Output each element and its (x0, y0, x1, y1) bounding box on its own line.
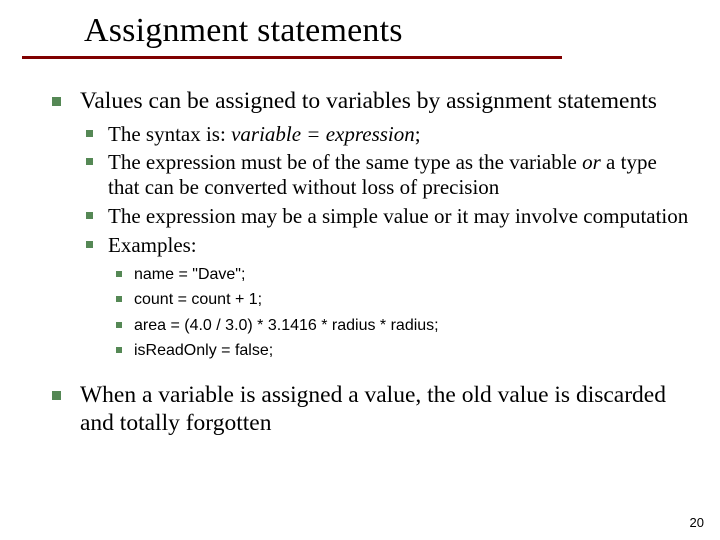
list-item: name = "Dave"; (108, 264, 690, 286)
bullet-text: The expression may be a simple value or … (108, 204, 688, 228)
slide: Assignment statements Values can be assi… (0, 0, 720, 540)
list-item: Examples: name = "Dave"; count = count +… (80, 233, 690, 362)
list-item: When a variable is assigned a value, the… (50, 382, 690, 437)
text-fragment: The syntax is: (108, 122, 231, 146)
code-example: name = "Dave"; (134, 266, 245, 283)
title-area: Assignment statements (84, 12, 403, 50)
code-example: area = (4.0 / 3.0) * 3.1416 * radius * r… (134, 317, 439, 334)
bullet-text: Examples: (108, 233, 197, 257)
code-example: count = count + 1; (134, 291, 262, 308)
bullet-list-level-1: Values can be assigned to variables by a… (50, 88, 690, 437)
slide-title: Assignment statements (84, 12, 403, 50)
list-item: The expression may be a simple value or … (80, 204, 690, 229)
bullet-list-level-3: name = "Dave"; count = count + 1; area =… (108, 264, 690, 362)
title-underline (22, 56, 562, 59)
text-fragment: ; (415, 122, 421, 146)
text-fragment: The expression must be of the same type … (108, 150, 582, 174)
bullet-list-level-2: The syntax is: variable = expression; Th… (80, 122, 690, 362)
bullet-text: When a variable is assigned a value, the… (80, 382, 666, 436)
list-item: The syntax is: variable = expression; (80, 122, 690, 147)
text-italic: variable = expression (231, 122, 415, 146)
text-italic: or (582, 150, 601, 174)
code-example: isReadOnly = false; (134, 342, 273, 359)
bullet-text: Values can be assigned to variables by a… (80, 88, 657, 114)
list-item: count = count + 1; (108, 289, 690, 311)
list-item: area = (4.0 / 3.0) * 3.1416 * radius * r… (108, 315, 690, 337)
page-number: 20 (690, 515, 704, 530)
list-item: Values can be assigned to variables by a… (50, 88, 690, 362)
slide-body: Values can be assigned to variables by a… (50, 88, 690, 457)
list-item: The expression must be of the same type … (80, 150, 690, 200)
list-item: isReadOnly = false; (108, 340, 690, 362)
